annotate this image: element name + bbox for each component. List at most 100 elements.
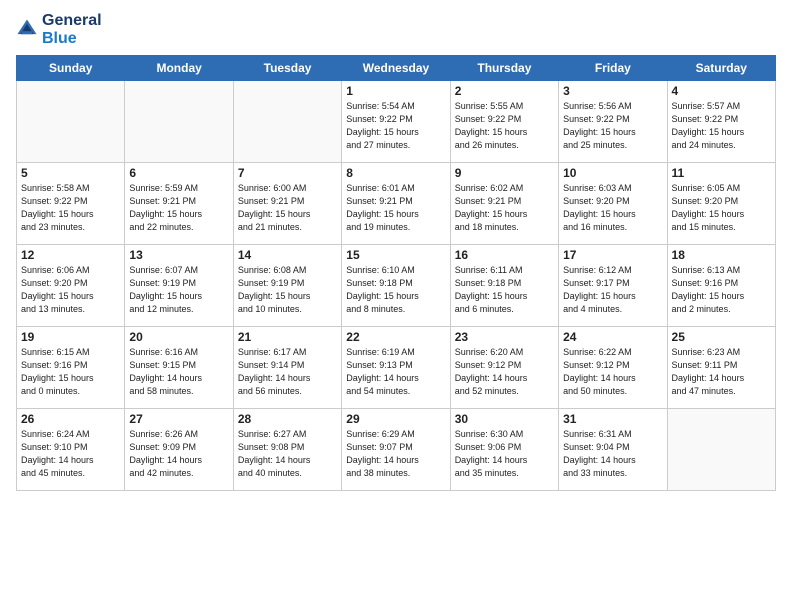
day-number: 17 [563,248,662,262]
day-cell: 26 Sunrise: 6:24 AM Sunset: 9:10 PM Dayli… [17,409,125,491]
day-cell: 30 Sunrise: 6:30 AM Sunset: 9:06 PM Dayli… [450,409,558,491]
day-cell: 27 Sunrise: 6:26 AM Sunset: 9:09 PM Dayli… [125,409,233,491]
day-number: 31 [563,412,662,426]
day-number: 6 [129,166,228,180]
day-number: 27 [129,412,228,426]
day-number: 8 [346,166,445,180]
weekday-friday: Friday [559,56,667,81]
week-row-1: 5Sunrise: 5:58 AM Sunset: 9:22 PM Daylig… [17,163,776,245]
day-cell: 12 Sunrise: 6:06 AM Sunset: 9:20 PM Dayli… [17,245,125,327]
day-number: 29 [346,412,445,426]
day-info: Sunrise: 6:30 AM Sunset: 9:06 PM Dayligh… [455,428,554,480]
day-cell: 1 Sunrise: 5:54 AM Sunset: 9:22 PM Daylig… [342,81,450,163]
day-number: 25 [672,330,771,344]
day-info: Sunrise: 5:57 AM Sunset: 9:22 PM Dayligh… [672,100,771,152]
day-info: Sunrise: 6:05 AM Sunset: 9:20 PM Dayligh… [672,182,771,234]
day-number: 5 [21,166,120,180]
day-info: Sunrise: 6:29 AM Sunset: 9:07 PM Dayligh… [346,428,445,480]
day-number: 19 [21,330,120,344]
day-info: Sunrise: 5:59 AM Sunset: 9:21 PM Dayligh… [129,182,228,234]
logo-blue: Blue [42,30,102,48]
day-number: 3 [563,84,662,98]
day-cell: 16Sunrise: 6:11 AM Sunset: 9:18 PM Dayli… [450,245,558,327]
day-number: 24 [563,330,662,344]
day-info: Sunrise: 6:27 AM Sunset: 9:08 PM Dayligh… [238,428,337,480]
day-cell: 19 Sunrise: 6:15 AM Sunset: 9:16 PM Dayli… [17,327,125,409]
day-info: Sunrise: 6:26 AM Sunset: 9:09 PM Dayligh… [129,428,228,480]
day-info: Sunrise: 6:00 AM Sunset: 9:21 PM Dayligh… [238,182,337,234]
day-number: 9 [455,166,554,180]
day-cell: 5Sunrise: 5:58 AM Sunset: 9:22 PM Daylig… [17,163,125,245]
week-row-3: 19 Sunrise: 6:15 AM Sunset: 9:16 PM Dayli… [17,327,776,409]
weekday-wednesday: Wednesday [342,56,450,81]
day-info: Sunrise: 6:16 AM Sunset: 9:15 PM Dayligh… [129,346,228,398]
day-cell: 8 Sunrise: 6:01 AM Sunset: 9:21 PM Daylig… [342,163,450,245]
weekday-header-row: SundayMondayTuesdayWednesdayThursdayFrid… [17,56,776,81]
weekday-tuesday: Tuesday [233,56,341,81]
day-info: Sunrise: 6:20 AM Sunset: 9:12 PM Dayligh… [455,346,554,398]
day-info: Sunrise: 5:54 AM Sunset: 9:22 PM Dayligh… [346,100,445,152]
day-cell: 17 Sunrise: 6:12 AM Sunset: 9:17 PM Dayli… [559,245,667,327]
day-number: 16 [455,248,554,262]
day-info: Sunrise: 5:55 AM Sunset: 9:22 PM Dayligh… [455,100,554,152]
day-cell: 2 Sunrise: 5:55 AM Sunset: 9:22 PM Daylig… [450,81,558,163]
day-info: Sunrise: 6:15 AM Sunset: 9:16 PM Dayligh… [21,346,120,398]
day-cell: 20 Sunrise: 6:16 AM Sunset: 9:15 PM Dayli… [125,327,233,409]
week-row-0: 1 Sunrise: 5:54 AM Sunset: 9:22 PM Daylig… [17,81,776,163]
day-number: 15 [346,248,445,262]
day-info: Sunrise: 6:17 AM Sunset: 9:14 PM Dayligh… [238,346,337,398]
day-info: Sunrise: 6:24 AM Sunset: 9:10 PM Dayligh… [21,428,120,480]
day-info: Sunrise: 6:10 AM Sunset: 9:18 PM Dayligh… [346,264,445,316]
day-cell: 23 Sunrise: 6:20 AM Sunset: 9:12 PM Dayli… [450,327,558,409]
day-cell: 28 Sunrise: 6:27 AM Sunset: 9:08 PM Dayli… [233,409,341,491]
day-number: 26 [21,412,120,426]
day-cell: 24 Sunrise: 6:22 AM Sunset: 9:12 PM Dayli… [559,327,667,409]
weekday-saturday: Saturday [667,56,775,81]
day-cell: 13 Sunrise: 6:07 AM Sunset: 9:19 PM Dayli… [125,245,233,327]
day-cell: 29 Sunrise: 6:29 AM Sunset: 9:07 PM Dayli… [342,409,450,491]
day-cell: 14 Sunrise: 6:08 AM Sunset: 9:19 PM Dayli… [233,245,341,327]
day-info: Sunrise: 6:22 AM Sunset: 9:12 PM Dayligh… [563,346,662,398]
day-cell: 9 Sunrise: 6:02 AM Sunset: 9:21 PM Daylig… [450,163,558,245]
day-number: 22 [346,330,445,344]
day-info: Sunrise: 5:56 AM Sunset: 9:22 PM Dayligh… [563,100,662,152]
day-number: 11 [672,166,771,180]
day-number: 28 [238,412,337,426]
day-number: 1 [346,84,445,98]
week-row-2: 12 Sunrise: 6:06 AM Sunset: 9:20 PM Dayli… [17,245,776,327]
day-cell: 3 Sunrise: 5:56 AM Sunset: 9:22 PM Daylig… [559,81,667,163]
day-cell: 22Sunrise: 6:19 AM Sunset: 9:13 PM Dayli… [342,327,450,409]
day-number: 13 [129,248,228,262]
day-number: 14 [238,248,337,262]
day-info: Sunrise: 6:12 AM Sunset: 9:17 PM Dayligh… [563,264,662,316]
day-info: Sunrise: 6:03 AM Sunset: 9:20 PM Dayligh… [563,182,662,234]
day-cell: 21Sunrise: 6:17 AM Sunset: 9:14 PM Dayli… [233,327,341,409]
day-info: Sunrise: 6:13 AM Sunset: 9:16 PM Dayligh… [672,264,771,316]
day-cell [233,81,341,163]
header: General Blue [16,12,776,47]
day-info: Sunrise: 6:02 AM Sunset: 9:21 PM Dayligh… [455,182,554,234]
day-number: 20 [129,330,228,344]
weekday-sunday: Sunday [17,56,125,81]
day-info: Sunrise: 6:01 AM Sunset: 9:21 PM Dayligh… [346,182,445,234]
day-number: 12 [21,248,120,262]
day-cell [17,81,125,163]
day-cell: 31Sunrise: 6:31 AM Sunset: 9:04 PM Dayli… [559,409,667,491]
day-info: Sunrise: 6:06 AM Sunset: 9:20 PM Dayligh… [21,264,120,316]
logo-icon [16,18,38,40]
calendar: SundayMondayTuesdayWednesdayThursdayFrid… [16,55,776,491]
day-cell: 4 Sunrise: 5:57 AM Sunset: 9:22 PM Daylig… [667,81,775,163]
day-number: 2 [455,84,554,98]
day-cell: 11 Sunrise: 6:05 AM Sunset: 9:20 PM Dayli… [667,163,775,245]
weekday-monday: Monday [125,56,233,81]
day-info: Sunrise: 6:08 AM Sunset: 9:19 PM Dayligh… [238,264,337,316]
day-number: 18 [672,248,771,262]
day-number: 4 [672,84,771,98]
logo-text-block: General Blue [42,12,102,47]
day-number: 30 [455,412,554,426]
day-cell: 6 Sunrise: 5:59 AM Sunset: 9:21 PM Daylig… [125,163,233,245]
day-number: 23 [455,330,554,344]
day-info: Sunrise: 6:07 AM Sunset: 9:19 PM Dayligh… [129,264,228,316]
page: General Blue SundayMondayTuesdayWednesda… [0,0,792,612]
weekday-thursday: Thursday [450,56,558,81]
